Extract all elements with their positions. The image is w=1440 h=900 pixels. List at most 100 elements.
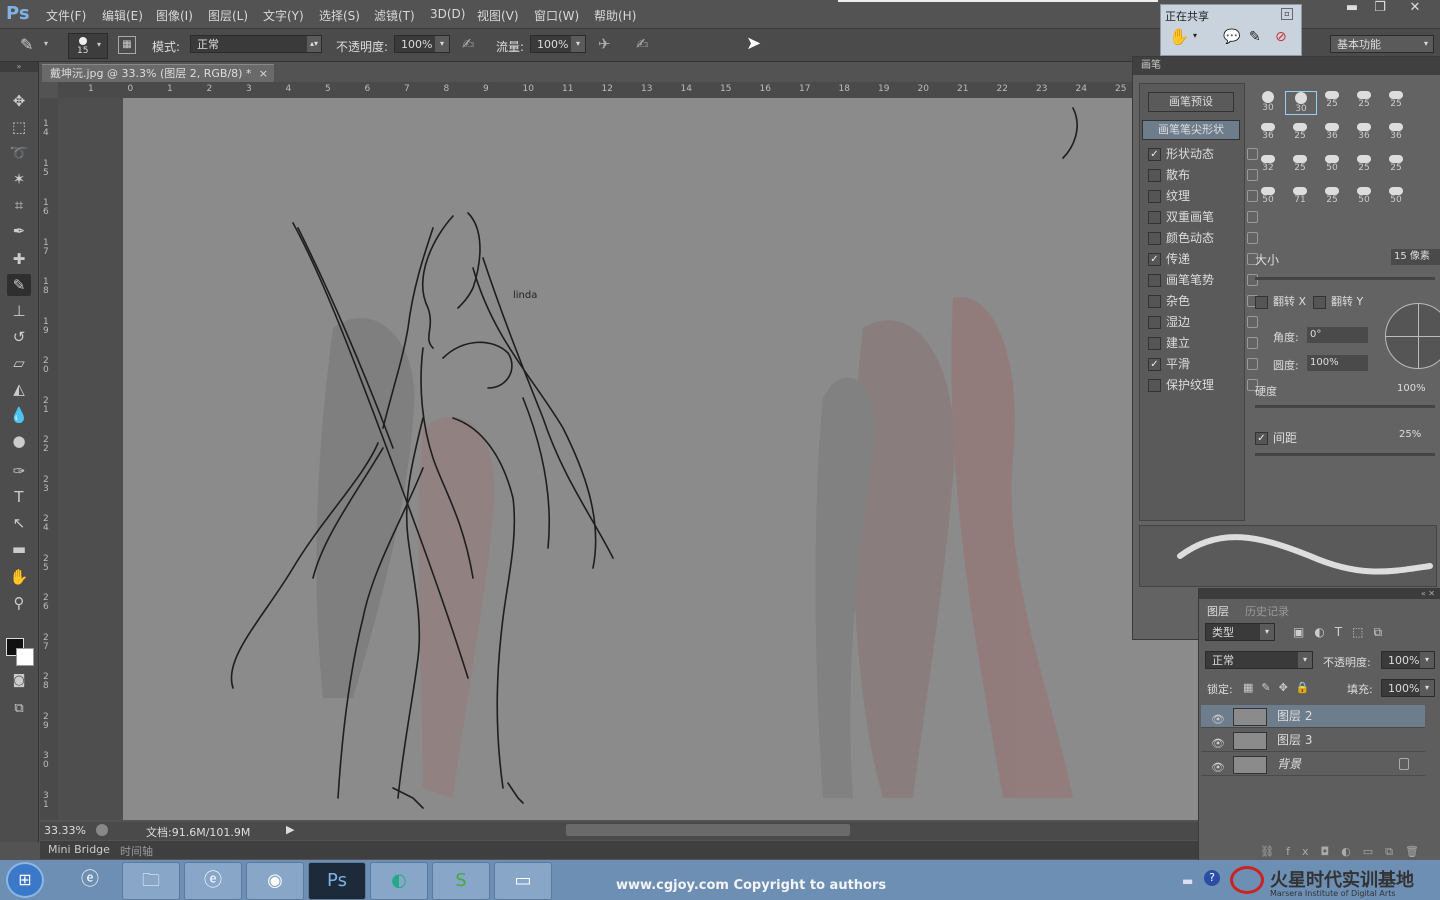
tray-keyboard-icon[interactable]: ▬ xyxy=(1182,874,1193,888)
layer-row[interactable]: 👁 图层 2 xyxy=(1201,705,1425,728)
layer-filter-select[interactable]: 类型 ▾ xyxy=(1205,623,1275,641)
tray-help-icon[interactable]: ? xyxy=(1204,870,1220,886)
eraser-tool-icon[interactable]: ▱ xyxy=(7,352,31,374)
layer-opacity-input[interactable]: 100% ▾ xyxy=(1381,651,1435,669)
spacing-slider[interactable] xyxy=(1255,453,1435,456)
status-menu-icon[interactable]: ▶ xyxy=(286,823,294,836)
eyedropper-tool-icon[interactable]: ✒ xyxy=(7,220,31,242)
tool-preset-dropdown-icon[interactable]: ▾ xyxy=(44,39,48,48)
stop-share-icon[interactable]: ⊘ xyxy=(1275,29,1287,45)
hand-tool-icon[interactable]: ✋ xyxy=(7,566,31,588)
brush-option-row[interactable]: ✓ 形状动态 xyxy=(1148,144,1258,164)
magic-wand-tool-icon[interactable]: ✶ xyxy=(7,168,31,190)
path-selection-tool-icon[interactable]: ↖ xyxy=(7,512,31,534)
paint-bucket-tool-icon[interactable]: ◭ xyxy=(7,378,31,400)
lock-icon[interactable] xyxy=(1247,337,1258,349)
menu-image[interactable]: 图像(I) xyxy=(156,7,193,24)
lock-icon[interactable] xyxy=(1247,316,1258,328)
visibility-eye-icon[interactable]: 👁 xyxy=(1211,733,1225,755)
tab-timeline[interactable]: 时间轴 xyxy=(120,843,153,859)
flow-input[interactable]: 100% ▾ xyxy=(530,35,586,53)
photoshop-taskbar-icon[interactable]: Ps xyxy=(308,862,366,900)
brush-tip[interactable]: 36 xyxy=(1253,123,1283,141)
type-tool-icon[interactable]: T xyxy=(7,486,31,508)
vertical-ruler[interactable]: 14 15 16 17 18 19 20 21 22 23 24 25 26 27 28 29 30 31 xyxy=(40,98,59,820)
brush-option-checkbox[interactable]: ✓ xyxy=(1148,148,1161,161)
hardness-slider[interactable] xyxy=(1255,405,1435,408)
brush-option-row[interactable]: 杂色 xyxy=(1148,291,1258,311)
brush-option-checkbox[interactable] xyxy=(1148,316,1161,329)
layer-row[interactable]: 👁 图层 3 xyxy=(1201,729,1425,752)
rectangle-tool-icon[interactable]: ▬ xyxy=(7,538,31,560)
tab-layers[interactable]: 图层 xyxy=(1207,603,1229,619)
spacing-value[interactable]: 25% xyxy=(1399,429,1421,440)
zoom-tool-icon[interactable]: ⚲ xyxy=(7,592,31,614)
clone-stamp-tool-icon[interactable]: ⊥ xyxy=(7,300,31,322)
hand-share-icon[interactable]: ✋ xyxy=(1169,27,1189,46)
brush-option-checkbox[interactable] xyxy=(1148,274,1161,287)
vine-app-icon[interactable]: ◐ xyxy=(370,862,428,900)
history-brush-tool-icon[interactable]: ↺ xyxy=(7,326,31,348)
brush-option-row[interactable]: 颜色动态 xyxy=(1148,228,1258,248)
menu-view[interactable]: 视图(V) xyxy=(477,7,519,24)
brush-tip[interactable]: 71 xyxy=(1285,187,1315,205)
brush-tips-grid[interactable]: 30 30 25 25 25 36 25 36 36 36 32 25 50 25 25 50 71 25 50 50 xyxy=(1253,91,1433,241)
brush-tip[interactable]: 50 xyxy=(1317,155,1347,173)
lasso-tool-icon[interactable]: ➰ xyxy=(7,142,31,164)
visibility-eye-icon[interactable]: 👁 xyxy=(1211,757,1225,779)
opacity-input[interactable]: 100% ▾ xyxy=(394,35,450,53)
menu-window[interactable]: 窗口(W) xyxy=(534,7,579,24)
move-tool-icon[interactable]: ✥ xyxy=(7,90,31,112)
collapse-icon[interactable]: » xyxy=(0,62,38,72)
brush-option-checkbox[interactable] xyxy=(1148,379,1161,392)
brush-tip[interactable]: 30 xyxy=(1253,91,1283,113)
brush-tip[interactable]: 36 xyxy=(1349,123,1379,141)
brush-angle-widget[interactable] xyxy=(1385,303,1440,369)
brush-option-checkbox[interactable] xyxy=(1148,337,1161,350)
camera-app-icon[interactable]: ◉ xyxy=(246,862,304,900)
brush-option-row[interactable]: 双重画笔 xyxy=(1148,207,1258,227)
brush-tip[interactable]: 50 xyxy=(1381,187,1411,205)
canvas[interactable]: linda xyxy=(123,98,1198,820)
close-tab-icon[interactable]: × xyxy=(259,65,268,83)
menu-edit[interactable]: 编辑(E) xyxy=(102,7,143,24)
brush-tip[interactable]: 25 xyxy=(1317,91,1347,109)
brush-option-row[interactable]: 保护纹理 xyxy=(1148,375,1258,395)
menu-3d[interactable]: 3D(D) xyxy=(430,7,465,21)
brush-option-row[interactable]: 散布 xyxy=(1148,165,1258,185)
blend-mode-select[interactable]: 正常 ▾ xyxy=(1205,651,1313,669)
brush-option-row[interactable]: 建立 xyxy=(1148,333,1258,353)
visibility-eye-icon[interactable]: 👁 xyxy=(1211,709,1225,731)
healing-brush-tool-icon[interactable]: ✚ xyxy=(7,248,31,270)
flip-y-checkbox[interactable]: 翻转 Y xyxy=(1313,293,1363,309)
horizontal-scrollbar[interactable] xyxy=(566,824,850,836)
brush-option-checkbox[interactable]: ✓ xyxy=(1148,253,1161,266)
brush-tip[interactable]: 25 xyxy=(1285,155,1315,173)
brush-tip[interactable]: 50 xyxy=(1253,187,1283,205)
explorer-icon[interactable]: 🗀 xyxy=(122,862,180,900)
background-color-swatch[interactable] xyxy=(16,648,34,666)
minimize-button[interactable]: ▬ xyxy=(1338,0,1366,20)
pressure-opacity-icon[interactable]: ✍ xyxy=(462,35,475,53)
chevron-down-icon[interactable]: ▾ xyxy=(1193,31,1197,40)
layer-actions-bar[interactable]: ⛓fx◘◐▭⧉🗑 xyxy=(1199,845,1440,861)
ie-icon[interactable]: ⓔ xyxy=(62,862,118,898)
brush-option-checkbox[interactable] xyxy=(1148,295,1161,308)
menu-help[interactable]: 帮助(H) xyxy=(594,7,636,24)
workspace-select[interactable]: 基本功能 ▾ xyxy=(1330,35,1434,53)
brush-option-checkbox[interactable] xyxy=(1148,211,1161,224)
brush-tip[interactable]: 32 xyxy=(1253,155,1283,173)
tab-mini-bridge[interactable]: Mini Bridge xyxy=(48,843,110,856)
brush-tip[interactable]: 25 xyxy=(1317,187,1347,205)
brush-tip[interactable]: 36 xyxy=(1317,123,1347,141)
brush-tip[interactable]: 25 xyxy=(1285,123,1315,141)
menu-type[interactable]: 文字(Y) xyxy=(263,7,304,24)
layer-filter-icons[interactable]: ▣◐T⬚⧉ xyxy=(1293,625,1392,640)
brush-preset-button[interactable]: 画笔预设 xyxy=(1148,92,1234,112)
crop-tool-icon[interactable]: ⌗ xyxy=(7,194,31,216)
quick-mask-icon[interactable]: ◙ xyxy=(7,670,31,692)
pressure-size-icon[interactable]: ✍ xyxy=(636,35,649,53)
tab-history[interactable]: 历史记录 xyxy=(1245,603,1289,619)
start-button[interactable]: ⊞ xyxy=(6,862,44,898)
annotate-icon[interactable]: ✎ xyxy=(1249,29,1261,45)
